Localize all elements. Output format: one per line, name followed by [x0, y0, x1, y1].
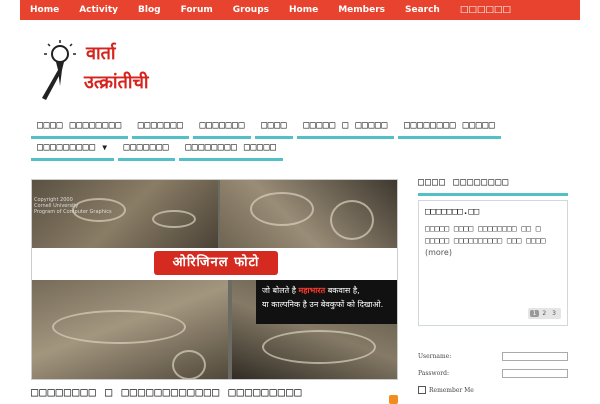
- caption-line2: या काल्पनिक है उन बेवकुफों को दिखाओ.: [262, 300, 384, 309]
- widget-heading[interactable]: □□□□□□□.□□: [425, 207, 479, 217]
- slider-caption: जो बोलते है महाभारत बकवास है, या काल्पनि…: [256, 280, 397, 324]
- nav-item-5[interactable]: □□□□□ □ □□□□□: [297, 118, 394, 139]
- password-label: Password:: [418, 370, 449, 377]
- pager-page-3[interactable]: 3: [549, 310, 559, 317]
- widget-text-line2: □□□□□ □□□□□□□□□□ □□□ □□□□: [425, 236, 546, 245]
- topnav-blog[interactable]: Blog: [128, 5, 171, 15]
- top-navigation-bar: Home Activity Blog Forum Groups Home Mem…: [20, 0, 580, 20]
- widget-text-line1: □□□□□ □□□□ □□□□□□□□ □□ □: [425, 224, 541, 233]
- skeleton-photo-3: [32, 280, 228, 379]
- remember-me[interactable]: Remember Me: [418, 386, 568, 394]
- username-input[interactable]: [502, 352, 568, 361]
- topnav-forum[interactable]: Forum: [171, 5, 223, 15]
- post-title[interactable]: □□□□□□□□ □ □□□□□□□□□□□□ □□□□□□□□□: [31, 385, 302, 399]
- main-navigation: □□□□ □□□□□□□□ □□□□□□□ □□□□□□□ □□□□ □□□□□…: [31, 118, 521, 139]
- logo-text-line2: उत्क्रांतीची: [84, 72, 149, 93]
- nav-item-6[interactable]: □□□□□□□□ □□□□□: [397, 118, 502, 139]
- sidebar-title: □□□□ □□□□□□□□: [418, 177, 510, 188]
- nav-item-dropdown[interactable]: □□□□□□□□□ ▼: [31, 140, 114, 161]
- nav-item-1[interactable]: □□□□ □□□□□□□□: [31, 118, 128, 139]
- caption-suffix: बकवास है,: [325, 286, 360, 295]
- remember-label: Remember Me: [429, 386, 474, 394]
- caption-highlight: महाभारत: [298, 286, 326, 295]
- copyright-line3: Program of Computer Graphics: [34, 209, 112, 215]
- caption-prefix: जो बोलते है: [262, 286, 299, 295]
- topnav-members[interactable]: Members: [328, 5, 395, 15]
- pager-page-2[interactable]: 2: [539, 310, 549, 317]
- nav-item-8[interactable]: □□□□□□□: [117, 140, 176, 161]
- topnav-search[interactable]: Search: [395, 5, 450, 15]
- password-input[interactable]: [502, 369, 568, 378]
- main-navigation-row2: □□□□□□□□□ ▼ □□□□□□□ □□□□□□□□ □□□□□: [31, 140, 521, 161]
- remember-checkbox[interactable]: [418, 386, 426, 394]
- skeleton-photo-2: [220, 180, 397, 248]
- topnav-activity[interactable]: Activity: [69, 5, 128, 15]
- nav-item-dropdown-label: □□□□□□□□□: [37, 142, 96, 153]
- topnav-home[interactable]: Home: [20, 5, 69, 15]
- photo-copyright: Copyright 2000 Cornell University Progra…: [34, 197, 112, 215]
- more-link[interactable]: (more): [425, 248, 452, 257]
- topnav-groups[interactable]: Groups: [223, 5, 279, 15]
- widget-pager: 1 2 3: [527, 308, 561, 319]
- logo-text-line1: वार्ता: [86, 43, 116, 64]
- topnav-home-2[interactable]: Home: [279, 5, 328, 15]
- widget-body: □□□□□ □□□□ □□□□□□□□ □□ □ □□□□□ □□□□□□□□□…: [425, 223, 565, 259]
- username-label: Username:: [418, 353, 452, 360]
- login-form: Username: Password: Remember Me: [418, 348, 568, 394]
- nav-item-3[interactable]: □□□□□□□: [193, 118, 252, 139]
- banner-label: ओरिजिनल फोटो: [154, 251, 278, 275]
- pager-page-1[interactable]: 1: [529, 310, 540, 317]
- sidebar-widget: □□□□□□□.□□ □□□□□ □□□□ □□□□□□□□ □□ □ □□□□…: [418, 200, 568, 326]
- nav-item-9[interactable]: □□□□□□□□ □□□□□: [179, 140, 283, 161]
- topnav-extra[interactable]: □□□□□□: [450, 5, 521, 15]
- site-logo[interactable]: वार्ता उत्क्रांतीची: [38, 40, 168, 102]
- caret-down-icon: ▼: [102, 143, 108, 152]
- nav-item-2[interactable]: □□□□□□□: [131, 118, 190, 139]
- nav-item-4[interactable]: □□□□: [255, 118, 294, 139]
- pen-bulb-icon: [42, 40, 76, 100]
- slider-banner: ओरिजिनल फोटो: [32, 248, 397, 280]
- sidebar-divider: [418, 193, 568, 196]
